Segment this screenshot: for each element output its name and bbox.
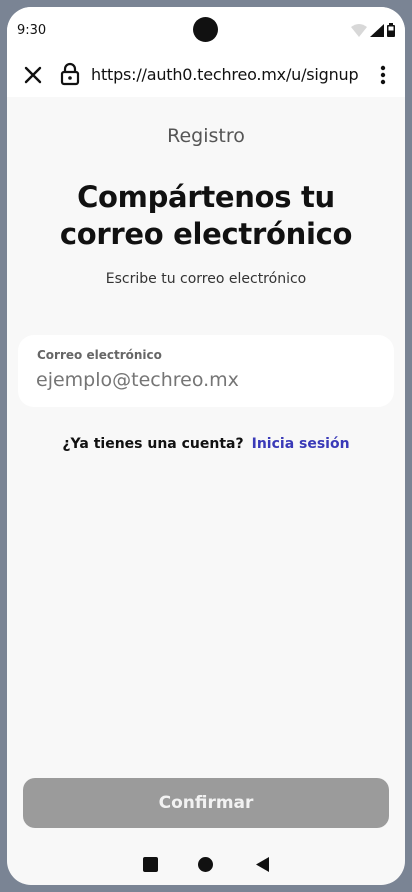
- status-bar: 9:30: [7, 7, 405, 53]
- signal-icon: [370, 24, 384, 37]
- browser-toolbar: https://auth0.techreo.mx/u/signup: [7, 53, 405, 97]
- close-icon[interactable]: [21, 63, 45, 87]
- confirm-button[interactable]: Confirmar: [23, 778, 389, 828]
- status-icons: [351, 23, 395, 37]
- login-question: ¿Ya tienes una cuenta?: [62, 436, 244, 452]
- back-icon[interactable]: [255, 857, 270, 872]
- more-vert-icon[interactable]: [373, 63, 393, 87]
- device-frame: 9:30 https://auth0.techreo.mx/u/signup R…: [0, 0, 412, 892]
- recents-icon[interactable]: [143, 857, 158, 872]
- login-link[interactable]: Inicia sesión: [252, 436, 350, 452]
- screen: 9:30 https://auth0.techreo.mx/u/signup R…: [7, 7, 405, 885]
- battery-icon: [387, 23, 395, 37]
- camera-cutout: [193, 17, 218, 42]
- home-icon[interactable]: [198, 857, 213, 872]
- address-bar-url[interactable]: https://auth0.techreo.mx/u/signup: [91, 65, 359, 84]
- login-prompt: ¿Ya tienes una cuenta? Inicia sesión: [7, 436, 405, 452]
- instruction-text: Escribe tu correo electrónico: [105, 271, 307, 287]
- page-headline: Compártenos tu correo electrónico: [59, 180, 353, 251]
- email-field-container[interactable]: Correo electrónico: [18, 335, 394, 407]
- status-time: 9:30: [17, 23, 47, 38]
- lock-icon[interactable]: [59, 62, 81, 86]
- system-nav-bar: [7, 847, 405, 883]
- email-field-label: Correo electrónico: [37, 348, 162, 362]
- email-input[interactable]: [36, 369, 376, 391]
- wifi-icon: [351, 24, 367, 37]
- section-title: Registro: [167, 125, 245, 147]
